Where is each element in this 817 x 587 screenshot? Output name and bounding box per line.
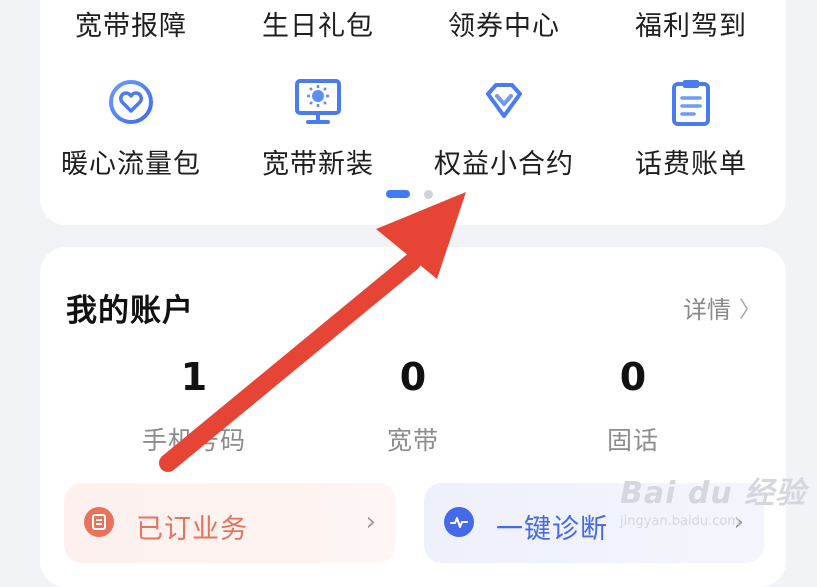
grid-item-coupon-center[interactable]: 领券中心 <box>411 4 597 43</box>
page-dot-active[interactable] <box>386 190 410 198</box>
grid-item-label: 暖心流量包 <box>61 149 201 180</box>
watermark-main: Bai du 经验 <box>620 476 807 511</box>
grid-item-label: 宽带新装 <box>262 149 374 180</box>
stat-phone-numbers[interactable]: 1 手机号码 <box>94 357 294 457</box>
chevron-right-icon: 〉 <box>739 297 762 323</box>
detail-label: 详情 <box>683 296 731 324</box>
stat-label: 固话 <box>606 426 659 455</box>
button-label: 一键诊断 <box>496 514 608 545</box>
stat-value: 0 <box>619 355 647 399</box>
heart-icon <box>109 80 153 124</box>
account-detail-link[interactable]: 详情 〉 <box>683 290 761 325</box>
baidu-watermark: Bai du 经验 jingyan.baidu.com <box>620 468 810 548</box>
account-title: 我的账户 <box>66 293 194 329</box>
chevron-right-icon: › <box>365 507 376 537</box>
grid-item-welfare[interactable]: 福利驾到 <box>598 4 784 43</box>
stat-landline[interactable]: 0 固话 <box>533 357 733 457</box>
stat-label: 手机号码 <box>141 426 246 455</box>
button-label: 已订业务 <box>136 514 248 545</box>
subscribed-services-button[interactable]: 已订业务 › <box>64 483 396 563</box>
grid-item-birthday-gift[interactable]: 生日礼包 <box>225 4 411 43</box>
grid-item-broadband-report[interactable]: 宽带报障 <box>38 4 224 43</box>
grid-item-label: 权益小合约 <box>434 149 574 180</box>
monitor-icon <box>295 79 341 124</box>
clipboard-icon <box>672 80 710 126</box>
grid-item-label: 话费账单 <box>635 149 747 180</box>
stat-value: 1 <box>180 355 208 399</box>
pulse-icon <box>444 507 474 537</box>
watermark-sub: jingyan.baidu.com <box>620 514 740 529</box>
document-icon <box>84 507 114 537</box>
grid-item-phone-bill[interactable]: 话费账单 <box>598 76 784 186</box>
stat-value: 0 <box>399 355 427 399</box>
grid-item-rights-contract[interactable]: 权益小合约 <box>411 76 597 186</box>
page-dot-inactive[interactable] <box>424 190 433 199</box>
grid-item-broadband-install[interactable]: 宽带新装 <box>225 76 411 186</box>
stat-label: 宽带 <box>386 426 439 455</box>
grid-item-data-package[interactable]: 暖心流量包 <box>38 76 224 186</box>
diamond-icon <box>486 83 522 118</box>
stat-broadband[interactable]: 0 宽带 <box>313 357 513 457</box>
